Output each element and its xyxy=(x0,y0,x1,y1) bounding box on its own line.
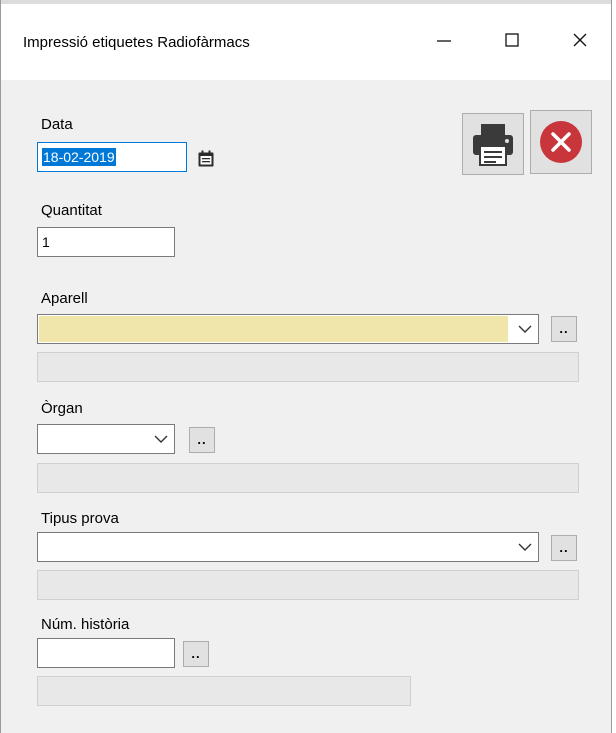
aparell-label: Aparell xyxy=(41,290,88,307)
tipus-prova-select[interactable] xyxy=(37,532,539,562)
app-window: Impressió etiquetes Radiofàrmacs Data 18… xyxy=(0,0,612,733)
historia-lookup-button[interactable]: .. xyxy=(183,641,209,667)
aparell-highlight xyxy=(39,316,508,342)
data-label: Data xyxy=(41,116,73,133)
historia-label: Núm. història xyxy=(41,616,130,633)
tipus-prova-label: Tipus prova xyxy=(41,510,119,527)
historia-description xyxy=(37,676,411,706)
quantitat-label: Quantitat xyxy=(41,202,102,219)
maximize-icon xyxy=(505,33,519,47)
calendar-button[interactable] xyxy=(193,146,219,172)
aparell-description xyxy=(37,352,579,382)
aparell-select[interactable] xyxy=(37,314,539,344)
organ-description xyxy=(37,463,579,493)
calendar-icon xyxy=(198,150,214,167)
tipus-prova-description xyxy=(37,570,579,600)
minimize-button[interactable] xyxy=(421,20,467,60)
close-icon xyxy=(573,33,587,47)
minimize-icon xyxy=(437,40,451,42)
printer-icon xyxy=(473,124,513,166)
title-bar-border xyxy=(1,0,611,4)
print-button[interactable] xyxy=(462,113,524,175)
date-field[interactable]: 18-02-2019 xyxy=(37,142,187,172)
chevron-down-icon xyxy=(518,325,532,333)
tipus-prova-lookup-button[interactable]: .. xyxy=(551,535,577,561)
organ-select[interactable] xyxy=(37,424,175,454)
chevron-down-icon xyxy=(518,543,532,551)
quantity-field[interactable]: 1 xyxy=(37,227,175,257)
form-body: Data 18-02-2019 Quantitat 1 Aparell .. Ò… xyxy=(1,80,611,733)
organ-lookup-button[interactable]: .. xyxy=(189,427,215,453)
aparell-lookup-button[interactable]: .. xyxy=(551,316,577,342)
chevron-down-icon xyxy=(154,435,168,443)
historia-field[interactable] xyxy=(37,638,175,668)
maximize-button[interactable] xyxy=(489,20,535,60)
title-bar: Impressió etiquetes Radiofàrmacs xyxy=(1,0,611,80)
window-title: Impressió etiquetes Radiofàrmacs xyxy=(23,34,250,51)
cancel-button[interactable] xyxy=(530,110,592,174)
organ-label: Òrgan xyxy=(41,400,83,417)
quantity-value: 1 xyxy=(42,234,50,250)
cancel-icon xyxy=(540,121,582,163)
date-value: 18-02-2019 xyxy=(42,148,116,166)
close-button[interactable] xyxy=(557,20,603,60)
